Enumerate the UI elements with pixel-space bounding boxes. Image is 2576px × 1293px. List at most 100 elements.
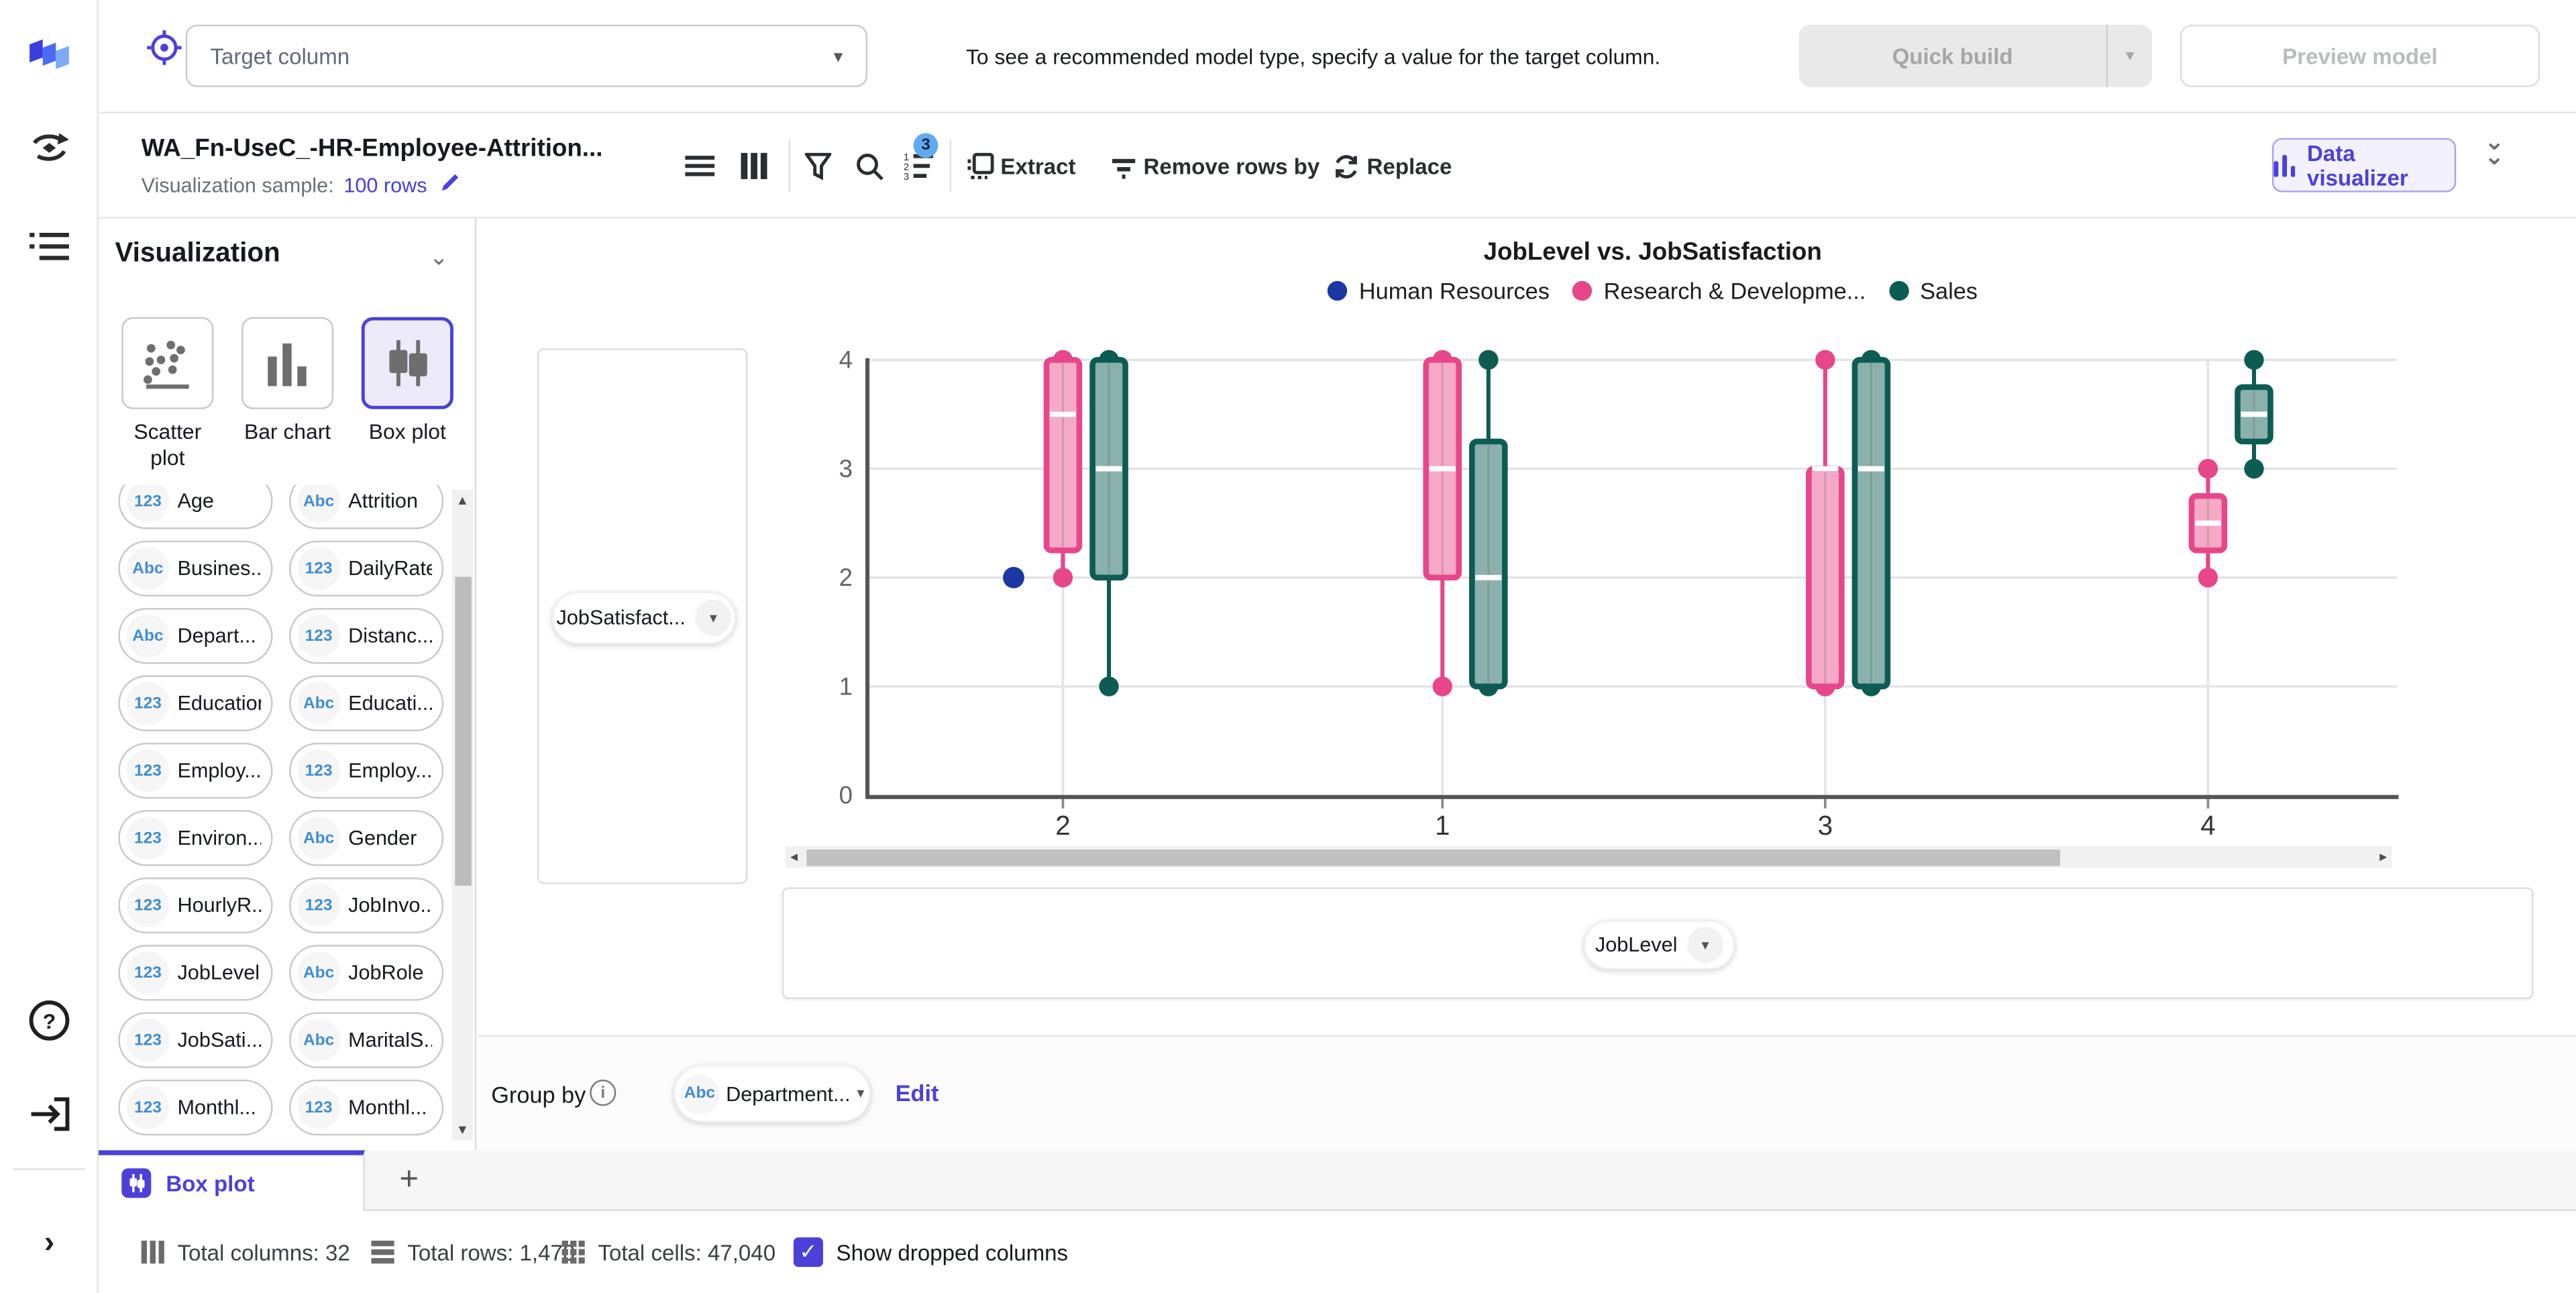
data-flow-icon[interactable] xyxy=(0,128,99,168)
extract-icon[interactable] xyxy=(965,150,998,183)
tab-box-plot[interactable]: Box plot xyxy=(98,1150,365,1211)
legend-item[interactable]: Sales xyxy=(1888,278,1978,304)
box-plot-icon xyxy=(389,340,427,386)
column-chip-label: MaritalS... xyxy=(348,1029,433,1052)
show-dropped-checkbox[interactable]: ✓ xyxy=(793,1237,823,1268)
column-chip-label: Age xyxy=(177,489,214,513)
column-chip-label: HourlyR... xyxy=(177,894,262,917)
column-chip-label: Depart... xyxy=(177,624,256,648)
x-axis-column-select[interactable]: JobLevel ▾ xyxy=(1583,920,1735,970)
chart-type-scatter[interactable] xyxy=(121,317,214,409)
scroll-right-icon[interactable]: ▸ xyxy=(2379,848,2387,866)
column-chip-label: Environ... xyxy=(177,826,262,850)
sign-out-icon[interactable] xyxy=(0,1094,99,1134)
column-type-badge: 123 xyxy=(126,951,170,994)
column-chip[interactable]: 123 JobLevel xyxy=(118,945,273,1001)
column-chip[interactable]: 123 Employ... xyxy=(118,742,273,799)
column-type-badge: Abc xyxy=(297,817,340,860)
column-chip[interactable]: Abc Depart... xyxy=(118,608,273,664)
extract-button[interactable]: Extract xyxy=(1000,154,1075,179)
target-column-placeholder: Target column xyxy=(210,43,350,68)
column-chip-list: 123 Age Abc Attrition Abc Busines... 123 DailyR… xyxy=(118,484,474,1137)
steps-list-icon[interactable] xyxy=(0,228,99,264)
help-icon[interactable]: ? xyxy=(0,999,99,1042)
column-type-badge: 123 xyxy=(297,614,340,658)
scrollbar-thumb[interactable] xyxy=(806,848,2061,866)
preview-model-button[interactable]: Preview model xyxy=(2180,24,2540,87)
statusbar: Total columns: 32 Total rows: 1,470 Tota… xyxy=(98,1210,2576,1293)
total-cells: Total cells: 47,040 xyxy=(561,1211,775,1293)
remove-rows-icon[interactable] xyxy=(1108,150,1140,183)
column-chip[interactable]: 123 Distanc... xyxy=(289,608,444,664)
search-icon[interactable] xyxy=(853,150,885,183)
scroll-down-icon[interactable]: ▼ xyxy=(451,1123,473,1137)
group-by-select[interactable]: Abc Department... ▾ xyxy=(674,1064,871,1123)
column-chip[interactable]: Abc Gender xyxy=(289,810,444,866)
chart-type-label: Box plot xyxy=(368,419,446,444)
legend-item[interactable]: Research & Developme... xyxy=(1572,278,1866,304)
sample-rows-link[interactable]: 100 rows xyxy=(343,174,427,197)
column-chip[interactable]: 123 Environ... xyxy=(118,810,273,866)
remove-rows-button[interactable]: Remove rows by xyxy=(1143,154,1320,179)
column-type-badge: 123 xyxy=(126,749,170,792)
quick-build-dropdown[interactable]: ▾ xyxy=(2106,24,2153,87)
quick-build-button[interactable]: Quick build ▾ xyxy=(1799,24,2153,87)
svg-text:3: 3 xyxy=(1818,810,1833,841)
legend-item[interactable]: Human Resources xyxy=(1328,278,1550,304)
column-chip[interactable]: 123 JobSati... xyxy=(118,1012,273,1068)
column-chip[interactable]: 123 Monthl... xyxy=(289,1079,444,1136)
column-chip[interactable]: 123 JobInvo... xyxy=(289,877,444,934)
legend-dot-icon xyxy=(1888,280,1909,301)
x-axis-panel: JobLevel ▾ xyxy=(782,887,2534,999)
column-chip[interactable]: 123 Monthl... xyxy=(118,1079,273,1136)
y-axis-column-select[interactable]: JobSatisfact... ▾ xyxy=(551,591,737,645)
expand-sidebar-chevron-icon[interactable]: › xyxy=(0,1226,99,1262)
show-dropped-columns: ✓ Show dropped columns xyxy=(793,1211,1068,1293)
column-chip[interactable]: 123 Education xyxy=(118,675,273,731)
panel-scrollbar[interactable]: ▲ ▼ xyxy=(451,489,474,1141)
panel-title: Visualization xyxy=(115,238,280,268)
column-chip-label: Employ... xyxy=(348,759,433,782)
chart-type-box-plot[interactable] xyxy=(361,317,453,409)
chevron-down-icon: ▾ xyxy=(833,46,843,67)
chart-type-bar[interactable] xyxy=(241,317,334,409)
column-chip-label: JobRole xyxy=(348,961,424,984)
collapse-panel-chevron-icon[interactable]: ⌄ xyxy=(429,243,449,271)
column-chip[interactable]: 123 Age xyxy=(118,484,273,529)
replace-icon[interactable] xyxy=(1329,150,1362,183)
replace-button[interactable]: Replace xyxy=(1367,154,1452,179)
filter-icon[interactable] xyxy=(802,150,835,183)
column-chip[interactable]: Abc Attrition xyxy=(289,484,444,529)
column-chip[interactable]: 123 Employ... xyxy=(289,742,444,799)
edit-pencil-icon[interactable] xyxy=(441,172,460,197)
column-chip[interactable]: Abc Educati... xyxy=(289,675,444,731)
column-chip-label: Employ... xyxy=(177,759,262,782)
svg-text:3: 3 xyxy=(839,455,853,482)
column-chip[interactable]: Abc JobRole xyxy=(289,945,444,1001)
column-type-badge: Abc xyxy=(297,484,340,523)
column-view-icon[interactable] xyxy=(738,150,771,183)
add-tab-button[interactable]: + xyxy=(388,1159,431,1202)
info-icon[interactable]: i xyxy=(590,1079,616,1106)
column-type-badge: 123 xyxy=(297,547,340,590)
legend-dot-icon xyxy=(1572,280,1593,301)
column-chip[interactable]: 123 HourlyR... xyxy=(118,877,273,934)
chevron-down-icon: ▾ xyxy=(857,1084,865,1101)
scroll-up-icon[interactable]: ▲ xyxy=(451,493,473,508)
column-chip[interactable]: Abc Busines... xyxy=(118,540,273,597)
column-chip-label: Monthl... xyxy=(348,1096,427,1119)
group-by-edit-link[interactable]: Edit xyxy=(896,1080,939,1106)
column-chip-label: JobLevel xyxy=(177,961,260,984)
list-view-icon[interactable] xyxy=(684,150,716,183)
data-visualizer-button[interactable]: Data visualizer xyxy=(2271,138,2457,193)
scroll-left-icon[interactable]: ◂ xyxy=(790,848,798,866)
collapse-double-chevron-icon[interactable]: ⌄ ⌄ xyxy=(2484,130,2505,169)
scrollbar-thumb[interactable] xyxy=(454,576,471,886)
column-chip[interactable]: 123 DailyRate xyxy=(289,540,444,597)
canvas-logo-icon[interactable] xyxy=(0,36,99,72)
column-chip-label: Educati... xyxy=(348,692,433,715)
column-chip[interactable]: Abc MaritalS... xyxy=(289,1012,444,1068)
target-column-select[interactable]: Target column ▾ xyxy=(185,24,868,87)
target-icon xyxy=(145,28,184,76)
chart-h-scrollbar[interactable]: ◂ ▸ xyxy=(785,846,2392,868)
